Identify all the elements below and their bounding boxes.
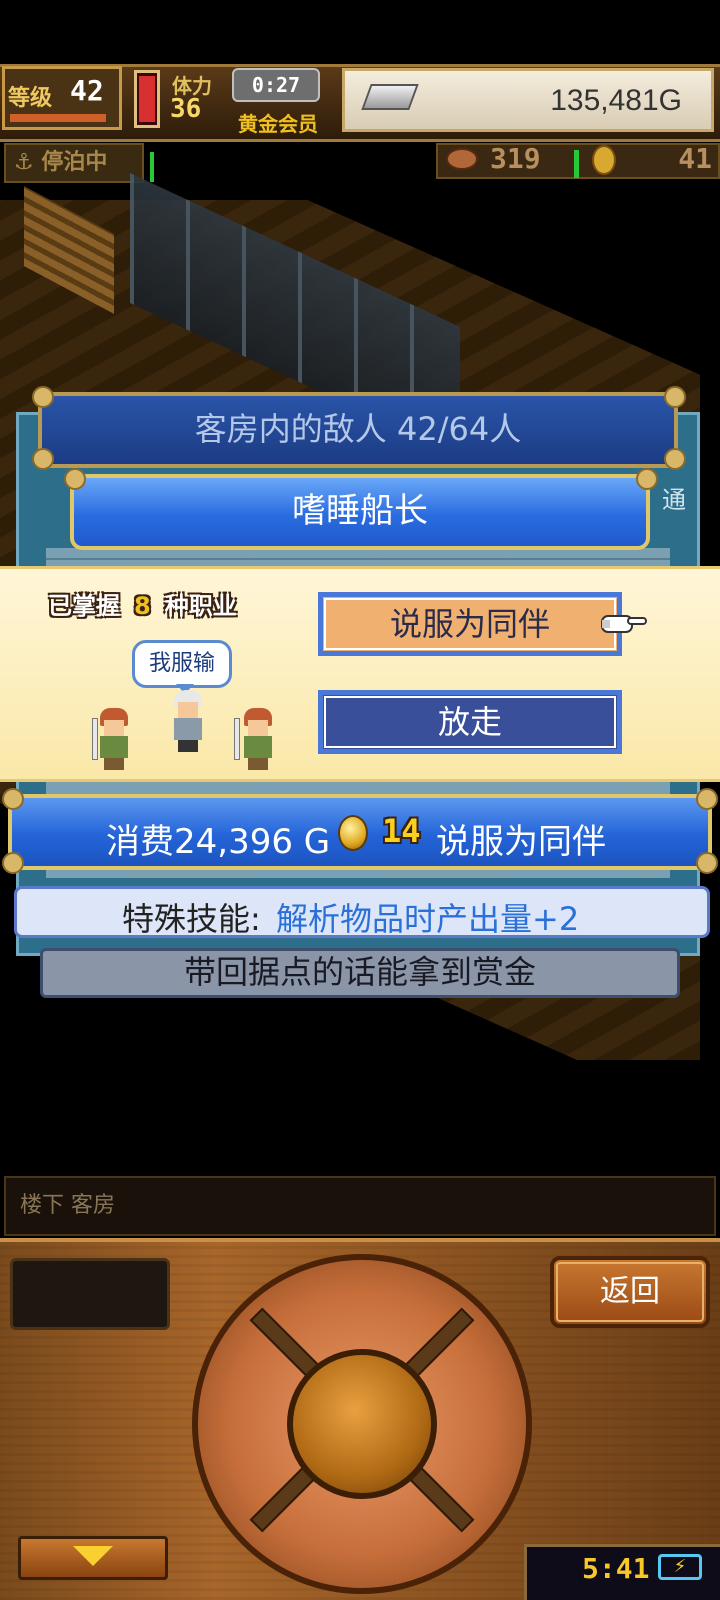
panel-side-glyph: 通	[662, 486, 686, 514]
food-count: 319	[490, 142, 541, 175]
level-label: 等级	[8, 86, 53, 111]
console-slot[interactable]	[10, 1258, 170, 1330]
dpad-center-button[interactable]	[287, 1349, 437, 1499]
battery-icon: ⚡	[658, 1554, 702, 1580]
mastered-prefix: 已掌握	[48, 592, 120, 620]
special-skill-label: 特殊技能:	[122, 900, 261, 938]
pointing-hand-icon	[601, 615, 647, 633]
food-indicator	[574, 150, 579, 178]
corner-ornament	[32, 448, 54, 470]
corner-ornament	[32, 386, 54, 408]
cost-action-label: 说服为同伴	[436, 822, 606, 862]
speech-bubble: 我服输	[132, 640, 232, 688]
enemy-name-banner: 嗜睡船长	[70, 474, 650, 550]
guard-sprite-left	[92, 708, 136, 770]
status-indicator	[150, 152, 154, 182]
coin-count: 41	[678, 142, 712, 175]
membership-label: 黄金会员	[238, 112, 318, 136]
back-button[interactable]: 返回	[550, 1256, 710, 1328]
cost-amount: 消费24,396 G	[106, 822, 331, 862]
gold-amount: 135,481G	[550, 84, 682, 117]
hp-gauge-fill	[139, 76, 155, 122]
special-skill-value: 解析物品时产出量+2	[276, 900, 580, 938]
mastered-jobs: 已掌握 8 种职业	[48, 586, 237, 621]
level-value: 42	[70, 74, 104, 107]
mastered-suffix: 种职业	[164, 592, 237, 620]
corner-ornament	[64, 468, 86, 490]
coin-icon	[592, 145, 616, 175]
bounty-hint: 带回据点的话能拿到赏金	[40, 948, 680, 998]
captain-sprite	[166, 690, 210, 752]
corner-ornament	[2, 788, 24, 810]
silver-bar-icon	[361, 84, 419, 110]
anchor-icon: ⚓	[14, 150, 34, 175]
dock-status-label: 停泊中	[41, 150, 108, 175]
corner-ornament	[636, 468, 658, 490]
corner-ornament	[664, 386, 686, 408]
coin-icon	[338, 815, 368, 851]
release-button[interactable]: 放走	[318, 690, 622, 754]
exp-bar	[10, 114, 106, 122]
corner-ornament	[696, 788, 718, 810]
cost-coin-count: 14	[382, 812, 421, 850]
stamina-value: 36	[170, 94, 202, 124]
panel-title: 客房内的敌人 42/64人	[38, 392, 678, 468]
meat-icon	[446, 148, 478, 170]
recruit-button[interactable]: 说服为同伴	[318, 592, 622, 656]
corner-ornament	[2, 852, 24, 874]
mastered-count: 8	[134, 592, 151, 620]
location-label: 楼下 客房	[4, 1176, 716, 1236]
dock-status-badge: ⚓ 停泊中	[4, 143, 144, 183]
timer: 0:27	[232, 68, 320, 102]
corner-ornament	[664, 448, 686, 470]
clock: 5:41	[582, 1552, 650, 1585]
down-arrow-icon	[73, 1546, 113, 1566]
guard-sprite-right	[234, 708, 280, 770]
corner-ornament	[696, 852, 718, 874]
